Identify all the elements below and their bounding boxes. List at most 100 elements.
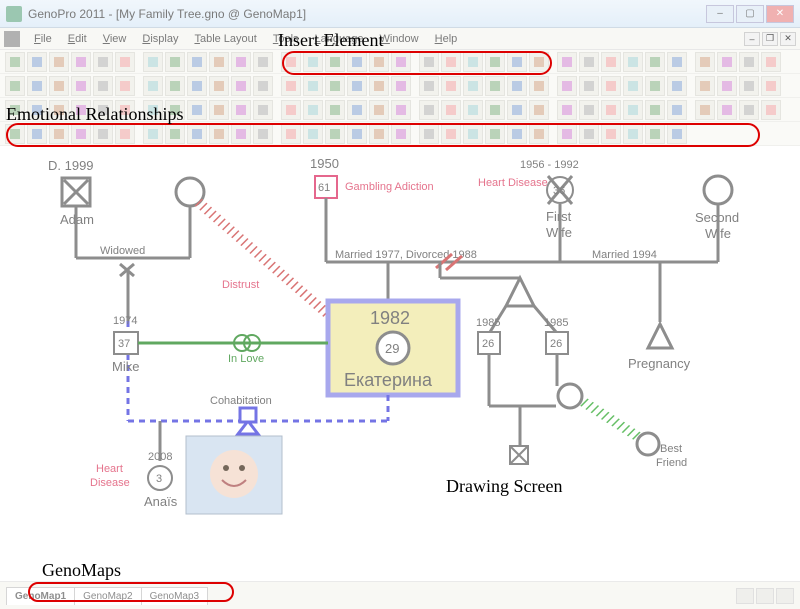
toolbar-button[interactable] (739, 52, 759, 72)
toolbar-button[interactable] (71, 52, 91, 72)
toolbar-button[interactable] (143, 76, 163, 96)
toolbar-button[interactable] (253, 124, 273, 144)
toolbar-button[interactable] (419, 76, 439, 96)
toolbar-button[interactable] (485, 124, 505, 144)
toolbar-button[interactable] (739, 76, 759, 96)
toolbar-button[interactable] (485, 52, 505, 72)
toolbar-button[interactable] (93, 52, 113, 72)
toolbar-button[interactable] (209, 100, 229, 120)
tab-genomap3[interactable]: GenoMap3 (141, 587, 208, 605)
toolbar-button[interactable] (623, 76, 643, 96)
toolbar-button[interactable] (623, 52, 643, 72)
toolbar-button[interactable] (303, 124, 323, 144)
toolbar-button[interactable] (71, 124, 91, 144)
toolbar-button[interactable] (93, 100, 113, 120)
toolbar-button[interactable] (369, 100, 389, 120)
toolbar-button[interactable] (93, 124, 113, 144)
toolbar-button[interactable] (115, 52, 135, 72)
toolbar-button[interactable] (231, 76, 251, 96)
toolbar-button[interactable] (557, 124, 577, 144)
menu-view[interactable]: View (95, 31, 135, 47)
toolbar-button[interactable] (507, 124, 527, 144)
toolbar-button[interactable] (557, 100, 577, 120)
toolbar-button[interactable] (667, 76, 687, 96)
menu-tablelayout[interactable]: Table Layout (186, 31, 264, 47)
toolbar-button[interactable] (601, 76, 621, 96)
toolbar-button[interactable] (93, 76, 113, 96)
toolbar-button[interactable] (761, 100, 781, 120)
toolbar-button[interactable] (5, 100, 25, 120)
toolbar-button[interactable] (143, 124, 163, 144)
toolbar-button[interactable] (369, 76, 389, 96)
mdi-close[interactable]: ✕ (780, 32, 796, 46)
toolbar-button[interactable] (231, 100, 251, 120)
menu-window[interactable]: Window (371, 31, 426, 47)
sw-symbol[interactable] (704, 176, 732, 204)
toolbar-button[interactable] (645, 76, 665, 96)
toolbar-button[interactable] (347, 124, 367, 144)
toolbar-button[interactable] (303, 76, 323, 96)
toolbar-button[interactable] (579, 124, 599, 144)
toolbar-button[interactable] (645, 100, 665, 120)
toolbar-button[interactable] (143, 52, 163, 72)
toolbar-button[interactable] (27, 100, 47, 120)
toolbar-button[interactable] (557, 52, 577, 72)
drawing-canvas[interactable]: D. 1999 Adam Widowed 1974 37 Mike Distru… (0, 146, 800, 581)
toolbar-button[interactable] (623, 124, 643, 144)
tab-genomap2[interactable]: GenoMap2 (74, 587, 141, 605)
toolbar-button[interactable] (441, 124, 461, 144)
toolbar-button[interactable] (325, 124, 345, 144)
toolbar-button[interactable] (717, 52, 737, 72)
toolbar-button[interactable] (347, 52, 367, 72)
toolbar-button[interactable] (601, 100, 621, 120)
toolbar-button[interactable] (391, 100, 411, 120)
toolbar-button[interactable] (369, 52, 389, 72)
menu-tools[interactable]: Tools (265, 31, 307, 47)
toolbar-button[interactable] (281, 52, 301, 72)
menu-help[interactable]: Help (427, 31, 466, 47)
menu-language[interactable]: Language (307, 31, 372, 47)
toolbar-button[interactable] (391, 124, 411, 144)
toolbar-button[interactable] (369, 124, 389, 144)
distrust-link[interactable] (198, 202, 330, 316)
mdi-restore[interactable]: ❐ (762, 32, 778, 46)
toolbar-button[interactable] (325, 76, 345, 96)
toolbar-button[interactable] (485, 76, 505, 96)
bestfriend-link[interactable] (582, 401, 640, 438)
toolbar-button[interactable] (71, 100, 91, 120)
toolbar-button[interactable] (717, 76, 737, 96)
toolbar-button[interactable] (557, 76, 577, 96)
toolbar-button[interactable] (27, 76, 47, 96)
toolbar-button[interactable] (49, 52, 69, 72)
toolbar-button[interactable] (253, 76, 273, 96)
toolbar-button[interactable] (253, 100, 273, 120)
toolbar-button[interactable] (49, 100, 69, 120)
toolbar-button[interactable] (187, 76, 207, 96)
mdi-minimize[interactable]: – (744, 32, 760, 46)
hscroll-stub[interactable] (736, 588, 794, 604)
toolbar-button[interactable] (143, 100, 163, 120)
toolbar-button[interactable] (695, 52, 715, 72)
pregnancy-symbol[interactable] (648, 324, 672, 348)
toolbar-button[interactable] (71, 76, 91, 96)
toolbar-button[interactable] (209, 76, 229, 96)
toolbar-button[interactable] (529, 76, 549, 96)
toolbar-button[interactable] (463, 76, 483, 96)
toolbar-button[interactable] (325, 100, 345, 120)
toolbar-button[interactable] (645, 124, 665, 144)
toolbar-button[interactable] (623, 100, 643, 120)
bestfriend-symbol[interactable] (637, 433, 659, 455)
toolbar-button[interactable] (115, 100, 135, 120)
toolbar-button[interactable] (667, 52, 687, 72)
toolbar-button[interactable] (281, 76, 301, 96)
toolbar-button[interactable] (507, 76, 527, 96)
maximize-button[interactable]: ▢ (736, 5, 764, 23)
toolbar-button[interactable] (347, 76, 367, 96)
toolbar-button[interactable] (209, 52, 229, 72)
tab-genomap1[interactable]: GenoMap1 (6, 587, 75, 605)
toolbar-button[interactable] (761, 52, 781, 72)
toolbar-button[interactable] (209, 124, 229, 144)
toolbar-button[interactable] (5, 76, 25, 96)
toolbar-button[interactable] (165, 100, 185, 120)
toolbar-button[interactable] (463, 124, 483, 144)
